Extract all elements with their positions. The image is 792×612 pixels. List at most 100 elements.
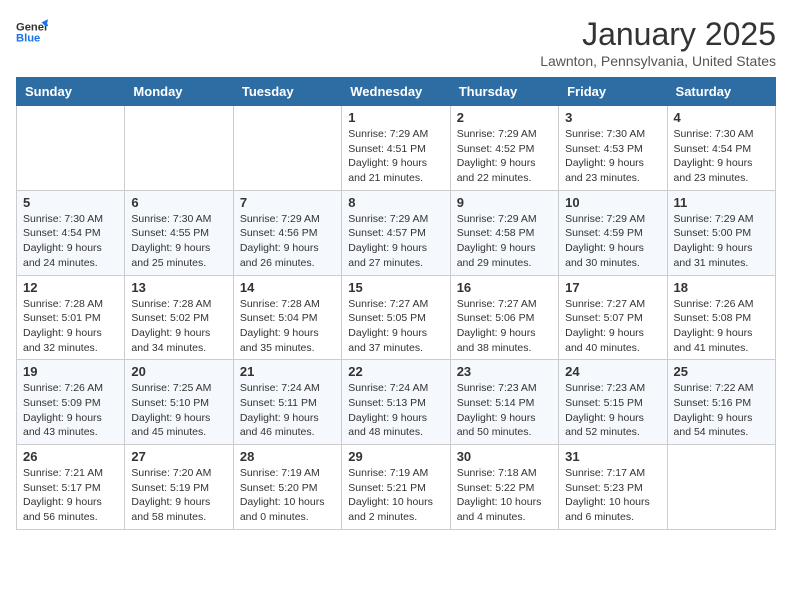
day-number: 30 [457,449,552,464]
table-row: 15Sunrise: 7:27 AMSunset: 5:05 PMDayligh… [342,275,450,360]
table-row: 31 Sunrise: 7:17 AMSunset: 5:23 PMDayligh… [559,445,667,530]
day-info: Sunrise: 7:23 AMSunset: 5:14 PMDaylight:… [457,381,552,440]
day-number: 26 [23,449,118,464]
day-info: Sunrise: 7:29 AMSunset: 4:51 PMDaylight:… [348,127,443,186]
header-sunday: Sunday [17,78,125,106]
table-row [667,445,775,530]
table-row: 14Sunrise: 7:28 AMSunset: 5:04 PMDayligh… [233,275,341,360]
table-row: 6 Sunrise: 7:30 AMSunset: 4:55 PMDaylight… [125,190,233,275]
day-number: 24 [565,364,660,379]
day-info: Sunrise: 7:24 AMSunset: 5:11 PMDaylight:… [240,381,335,440]
day-number: 6 [131,195,226,210]
table-row: 10Sunrise: 7:29 AMSunset: 4:59 PMDayligh… [559,190,667,275]
day-number: 25 [674,364,769,379]
table-row: 12 Sunrise: 7:28 AMSunset: 5:01 PMDayligh… [17,275,125,360]
day-info: Sunrise: 7:17 AMSunset: 5:23 PMDaylight:… [565,466,660,525]
day-number: 10 [565,195,660,210]
day-number: 20 [131,364,226,379]
calendar-table: Sunday Monday Tuesday Wednesday Thursday… [16,77,776,530]
day-info: Sunrise: 7:27 AMSunset: 5:07 PMDaylight:… [565,297,660,356]
day-info: Sunrise: 7:29 AMSunset: 5:00 PMDaylight:… [674,212,769,271]
table-row: 28 Sunrise: 7:19 AMSunset: 5:20 PMDayligh… [233,445,341,530]
table-row: 4 Sunrise: 7:30 AMSunset: 4:54 PMDaylight… [667,106,775,191]
table-row: 23 Sunrise: 7:23 AMSunset: 5:14 PMDayligh… [450,360,558,445]
day-info: Sunrise: 7:29 AMSunset: 4:52 PMDaylight:… [457,127,552,186]
day-number: 28 [240,449,335,464]
day-info: Sunrise: 7:26 AMSunset: 5:09 PMDaylight:… [23,381,118,440]
table-row: 2 Sunrise: 7:29 AMSunset: 4:52 PMDaylight… [450,106,558,191]
calendar-subtitle: Lawnton, Pennsylvania, United States [540,53,776,69]
day-number: 3 [565,110,660,125]
title-block: January 2025 Lawnton, Pennsylvania, Unit… [540,16,776,69]
day-info: Sunrise: 7:27 AMSunset: 5:06 PMDaylight:… [457,297,552,356]
day-info: Sunrise: 7:29 AMSunset: 4:58 PMDaylight:… [457,212,552,271]
day-info: Sunrise: 7:21 AMSunset: 5:17 PMDaylight:… [23,466,118,525]
table-row: 21Sunrise: 7:24 AMSunset: 5:11 PMDayligh… [233,360,341,445]
table-row: 27 Sunrise: 7:20 AMSunset: 5:19 PMDayligh… [125,445,233,530]
day-number: 12 [23,280,118,295]
day-info: Sunrise: 7:19 AMSunset: 5:20 PMDaylight:… [240,466,335,525]
table-row [17,106,125,191]
table-row: 3 Sunrise: 7:30 AMSunset: 4:53 PMDaylight… [559,106,667,191]
logo: General Blue [16,16,48,48]
day-number: 19 [23,364,118,379]
table-row: 25 Sunrise: 7:22 AMSunset: 5:16 PMDayligh… [667,360,775,445]
table-row: 13Sunrise: 7:28 AMSunset: 5:02 PMDayligh… [125,275,233,360]
calendar-week-row: 19 Sunrise: 7:26 AMSunset: 5:09 PMDayligh… [17,360,776,445]
calendar-header-row: Sunday Monday Tuesday Wednesday Thursday… [17,78,776,106]
table-row: 26 Sunrise: 7:21 AMSunset: 5:17 PMDayligh… [17,445,125,530]
day-number: 7 [240,195,335,210]
table-row: 24 Sunrise: 7:23 AMSunset: 5:15 PMDayligh… [559,360,667,445]
calendar-title: January 2025 [540,16,776,53]
table-row: 8 Sunrise: 7:29 AMSunset: 4:57 PMDaylight… [342,190,450,275]
day-number: 27 [131,449,226,464]
day-number: 22 [348,364,443,379]
calendar-week-row: 5Sunrise: 7:30 AMSunset: 4:54 PMDaylight… [17,190,776,275]
day-number: 5 [23,195,118,210]
table-row: 11 Sunrise: 7:29 AMSunset: 5:00 PMDayligh… [667,190,775,275]
header-monday: Monday [125,78,233,106]
table-row: 22Sunrise: 7:24 AMSunset: 5:13 PMDayligh… [342,360,450,445]
table-row: 17 Sunrise: 7:27 AMSunset: 5:07 PMDayligh… [559,275,667,360]
day-info: Sunrise: 7:28 AMSunset: 5:02 PMDaylight:… [131,297,226,356]
header-friday: Friday [559,78,667,106]
day-info: Sunrise: 7:23 AMSunset: 5:15 PMDaylight:… [565,381,660,440]
day-number: 2 [457,110,552,125]
day-info: Sunrise: 7:22 AMSunset: 5:16 PMDaylight:… [674,381,769,440]
day-info: Sunrise: 7:29 AMSunset: 4:57 PMDaylight:… [348,212,443,271]
day-info: Sunrise: 7:29 AMSunset: 4:56 PMDaylight:… [240,212,335,271]
day-number: 18 [674,280,769,295]
table-row [125,106,233,191]
header-wednesday: Wednesday [342,78,450,106]
header-tuesday: Tuesday [233,78,341,106]
day-info: Sunrise: 7:30 AMSunset: 4:55 PMDaylight:… [131,212,226,271]
svg-text:Blue: Blue [16,33,40,45]
day-number: 4 [674,110,769,125]
day-number: 29 [348,449,443,464]
day-info: Sunrise: 7:19 AMSunset: 5:21 PMDaylight:… [348,466,443,525]
header-saturday: Saturday [667,78,775,106]
table-row: 29 Sunrise: 7:19 AMSunset: 5:21 PMDayligh… [342,445,450,530]
day-number: 9 [457,195,552,210]
day-info: Sunrise: 7:28 AMSunset: 5:04 PMDaylight:… [240,297,335,356]
day-number: 15 [348,280,443,295]
day-number: 16 [457,280,552,295]
day-number: 8 [348,195,443,210]
day-info: Sunrise: 7:28 AMSunset: 5:01 PMDaylight:… [23,297,118,356]
day-info: Sunrise: 7:30 AMSunset: 4:54 PMDaylight:… [674,127,769,186]
table-row: 1Sunrise: 7:29 AMSunset: 4:51 PMDaylight… [342,106,450,191]
table-row: 9 Sunrise: 7:29 AMSunset: 4:58 PMDaylight… [450,190,558,275]
calendar-week-row: 26 Sunrise: 7:21 AMSunset: 5:17 PMDayligh… [17,445,776,530]
day-number: 17 [565,280,660,295]
day-number: 11 [674,195,769,210]
table-row: 18 Sunrise: 7:26 AMSunset: 5:08 PMDayligh… [667,275,775,360]
header-thursday: Thursday [450,78,558,106]
day-number: 31 [565,449,660,464]
day-number: 23 [457,364,552,379]
day-info: Sunrise: 7:18 AMSunset: 5:22 PMDaylight:… [457,466,552,525]
day-info: Sunrise: 7:20 AMSunset: 5:19 PMDaylight:… [131,466,226,525]
day-info: Sunrise: 7:30 AMSunset: 4:53 PMDaylight:… [565,127,660,186]
day-info: Sunrise: 7:26 AMSunset: 5:08 PMDaylight:… [674,297,769,356]
day-info: Sunrise: 7:25 AMSunset: 5:10 PMDaylight:… [131,381,226,440]
table-row: 5Sunrise: 7:30 AMSunset: 4:54 PMDaylight… [17,190,125,275]
